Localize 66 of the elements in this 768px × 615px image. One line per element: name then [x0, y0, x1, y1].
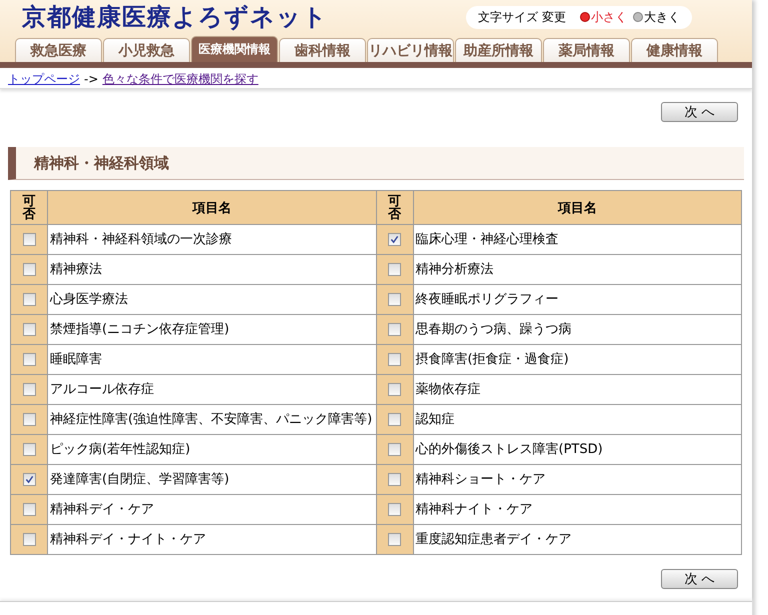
checkbox[interactable] [22, 442, 36, 456]
breadcrumb-separator: -> [84, 72, 98, 86]
checkbox[interactable] [388, 532, 401, 546]
checkbox[interactable] [22, 232, 36, 246]
table-cell: 禁煙指導(ニコチン依存症管理) [48, 314, 376, 344]
tab[interactable]: 健康情報 [631, 38, 718, 62]
checkbox[interactable] [388, 322, 401, 336]
tab[interactable]: 歯科情報 [279, 38, 366, 62]
font-size-label: 文字サイズ 変更 [478, 8, 566, 26]
checkbox[interactable] [22, 502, 36, 516]
table-cell: ピック病(若年性認知症) [48, 434, 376, 464]
table-cell: 睡眠障害 [48, 344, 376, 374]
checkbox[interactable] [388, 502, 401, 516]
table-cell: 神経症性障害(強迫性障害、不安障害、パニック障害等) [48, 404, 376, 434]
tab[interactable]: リハビリ情報 [367, 38, 454, 62]
next-button[interactable]: 次 へ [661, 102, 738, 122]
breadcrumb-link[interactable]: トップページ [8, 72, 80, 86]
table-cell: 精神療法 [48, 254, 376, 284]
table-cell: 臨床心理・神経心理検査 [413, 224, 742, 254]
table-cell: 心的外傷後ストレス障害(PTSD) [413, 434, 742, 464]
column-header: 項目名 [413, 190, 742, 224]
table-cell: 認知症 [413, 404, 742, 434]
table-cell: 精神科・神経科領域の一次診療 [48, 224, 376, 254]
table-cell: 発達障害(自閉症、学習障害等) [48, 464, 376, 494]
checkbox[interactable] [388, 382, 401, 396]
table-cell: 精神科ショート・ケア [413, 464, 742, 494]
checkbox[interactable] [22, 412, 36, 426]
tab[interactable]: 薬局情報 [543, 38, 630, 62]
checkbox[interactable] [388, 262, 401, 276]
table-cell: 薬物依存症 [413, 374, 742, 404]
tab[interactable]: 救急医療 [15, 38, 102, 62]
checkbox[interactable] [22, 262, 36, 276]
checkbox[interactable] [22, 382, 36, 396]
table-cell: 精神科デイ・ナイト・ケア [48, 524, 376, 554]
checkbox[interactable] [388, 442, 401, 456]
table-cell: 精神分析療法 [413, 254, 742, 284]
section-heading: 精神科・神経科領域 [8, 147, 744, 180]
breadcrumb-link[interactable]: 色々な条件で医療機関を探す [102, 72, 258, 86]
checkbox[interactable] [22, 532, 36, 546]
font-size-option[interactable]: 小さく [580, 8, 627, 26]
tab[interactable]: 医療機関情報 [191, 36, 278, 62]
table-cell: 精神科ナイト・ケア [413, 494, 742, 524]
table-cell: 思春期のうつ病、躁うつ病 [413, 314, 742, 344]
table-cell: 心身医学療法 [48, 284, 376, 314]
site-title[interactable]: 京都健康医療よろずネット [22, 2, 328, 32]
checkbox[interactable] [388, 472, 401, 486]
table-cell: 摂食障害(拒食症・過食症) [413, 344, 742, 374]
checkbox[interactable] [388, 412, 401, 426]
column-header: 可否 [376, 190, 413, 224]
checkbox[interactable] [388, 292, 401, 306]
table-cell: 精神科デイ・ケア [48, 494, 376, 524]
checkbox[interactable] [22, 352, 36, 366]
font-size-option[interactable]: 大きく [633, 8, 680, 26]
column-header: 項目名 [48, 190, 376, 224]
table-cell: 重度認知症患者デイ・ケア [413, 524, 742, 554]
table-cell: 終夜睡眠ポリグラフィー [413, 284, 742, 314]
column-header: 可否 [10, 190, 48, 224]
checkbox[interactable] [22, 322, 36, 336]
next-button[interactable]: 次 へ [661, 569, 738, 589]
tab[interactable]: 小児救急 [103, 38, 190, 62]
tab[interactable]: 助産所情報 [455, 38, 542, 62]
table-cell: アルコール依存症 [48, 374, 376, 404]
checkbox[interactable] [388, 352, 401, 366]
checkbox[interactable] [388, 232, 401, 246]
checkbox[interactable] [22, 472, 36, 486]
checkbox[interactable] [22, 292, 36, 306]
